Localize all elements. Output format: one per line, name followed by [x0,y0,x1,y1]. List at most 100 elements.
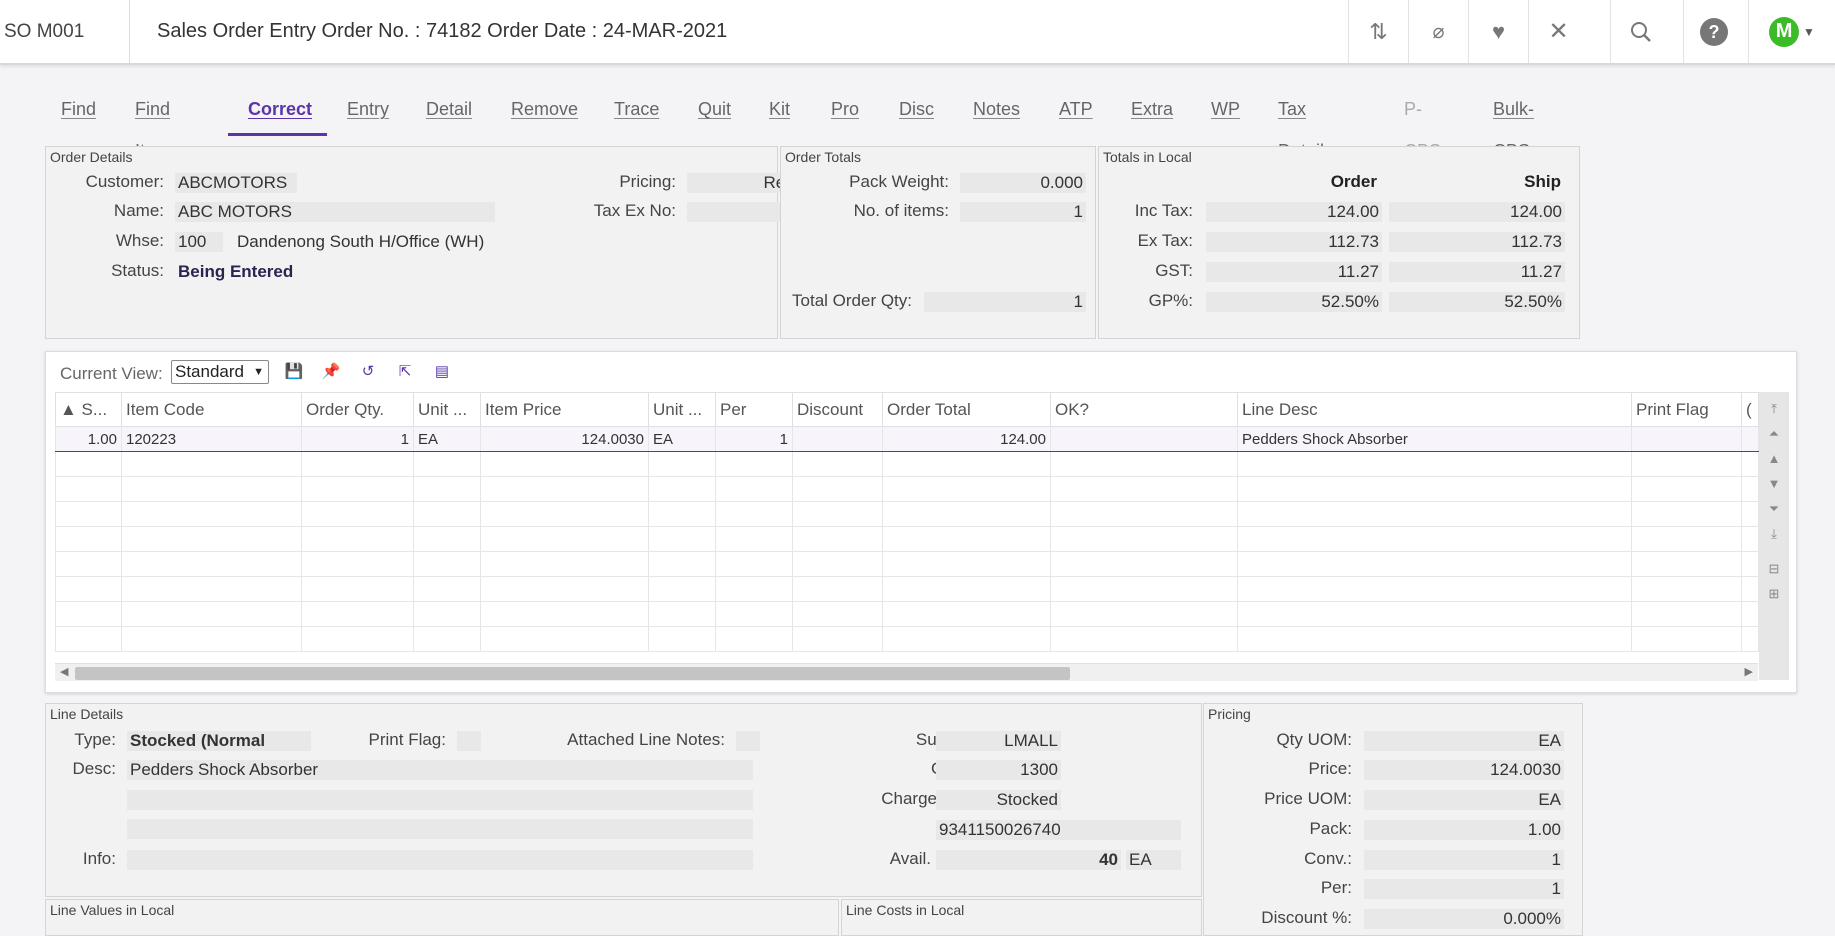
menu-detail[interactable]: Detail [426,88,472,138]
horizontal-scrollbar[interactable]: ◀ ▶ [55,663,1758,681]
page-down-icon[interactable]: ⏷ [1769,496,1779,521]
cell-line-desc[interactable]: Pedders Shock Absorber [1237,426,1632,452]
line-costs-panel: Line Costs in Local [841,899,1202,936]
table-row[interactable] [55,526,1759,552]
col-unit[interactable]: Unit ... [413,392,481,427]
cell-per[interactable]: 1 [715,426,793,452]
reset-icon[interactable]: ↺ [358,362,378,382]
current-view-select[interactable]: Standard ▼ [171,360,269,384]
row-down-icon[interactable]: ▼ [1768,471,1781,496]
menu-find[interactable]: Find [61,88,96,138]
menu-entry[interactable]: Entry [347,88,389,138]
save-icon[interactable]: 💾 [284,362,304,382]
table-row[interactable] [55,626,1759,652]
table-row[interactable] [55,551,1759,577]
cell-more[interactable] [1741,426,1759,452]
menu-remove[interactable]: Remove [511,88,578,138]
menu-pro[interactable]: Pro [831,88,859,138]
cell-seq[interactable]: 1.00 [55,426,122,452]
menu-trace[interactable]: Trace [614,88,659,138]
gp-label: GP%: [1148,291,1193,310]
document-icon[interactable]: ▤ [432,362,452,382]
info-field[interactable] [127,850,753,870]
menu-tax-details[interactable]: Tax Details [1278,88,1333,161]
page-up-icon[interactable]: ⏶ [1769,421,1779,446]
col-line-desc[interactable]: Line Desc [1237,392,1632,427]
scrollbar-thumb[interactable] [75,667,1070,680]
menu-disc[interactable]: Disc [899,88,934,138]
name-field[interactable]: ABC MOTORS [175,202,495,222]
attach-button[interactable]: ⌀ [1408,0,1468,63]
whse-label: Whse: [115,231,164,250]
export-icon[interactable]: ⇱ [395,362,415,382]
type-field[interactable]: Stocked (Normal [127,731,311,751]
cell-order-qty[interactable]: 1 [301,426,414,452]
cell-ok[interactable] [1050,426,1238,452]
table-row[interactable]: 1.00 120223 1 EA 124.0030 EA 1 124.00 Pe… [55,426,1759,452]
scroll-left-icon[interactable]: ◀ [60,665,68,678]
table-row[interactable] [55,601,1759,627]
col-per[interactable]: Per [715,392,793,427]
customer-label: Customer: [85,172,164,191]
table-row[interactable] [55,501,1759,527]
qty-uom-label: Qty UOM: [1276,730,1352,749]
col-item-code[interactable]: Item Code [121,392,302,427]
user-menu[interactable]: M ▼ [1748,0,1835,63]
pin-icon[interactable]: 📌 [321,362,341,382]
cell-item-code[interactable]: 120223 [121,426,302,452]
customer-field[interactable]: ABCMOTORS [175,173,297,193]
cell-unit-2[interactable]: EA [648,426,716,452]
col-more[interactable]: ( [1741,392,1759,427]
collapse-icon[interactable]: ⊟ [1769,556,1780,581]
group-value: 1300 [936,760,1061,780]
desc-field[interactable]: Pedders Shock Absorber [127,760,753,780]
favorite-button[interactable]: ♥ [1468,0,1528,63]
current-view-label: Current View: [60,364,163,383]
col-order-total[interactable]: Order Total [882,392,1051,427]
row-up-icon[interactable]: ▲ [1768,446,1781,471]
whse-field[interactable]: 100 [175,232,223,252]
help-button[interactable]: ? [1683,0,1743,63]
table-row[interactable] [55,476,1759,502]
cell-unit[interactable]: EA [413,426,481,452]
search-button[interactable] [1610,0,1670,63]
col-print-flag[interactable]: Print Flag [1631,392,1742,427]
first-row-icon[interactable]: ⤒ [1771,396,1777,421]
desc-field-3[interactable] [127,819,753,839]
line-costs-title: Line Costs in Local [846,902,965,918]
menu-correct[interactable]: Correct [248,88,312,138]
scroll-right-icon[interactable]: ▶ [1745,665,1753,678]
menu-bulk-cbs[interactable]: Bulk-CBS [1493,88,1534,161]
menu-atp[interactable]: ATP [1059,88,1093,138]
expand-icon[interactable]: ⊞ [1769,581,1780,606]
col-unit-2[interactable]: Unit ... [648,392,716,427]
close-button[interactable]: ✕ [1528,0,1588,63]
cell-discount[interactable] [792,426,883,452]
col-seq[interactable]: ▲ S... [55,392,122,427]
col-order-qty[interactable]: Order Qty. [301,392,414,427]
print-flag-field[interactable] [457,731,481,751]
table-row[interactable] [55,576,1759,602]
col-item-price[interactable]: Item Price [480,392,649,427]
avail-stock-value: 40 [936,850,1121,870]
sort-button[interactable]: ⇅ [1348,0,1408,63]
menu-notes[interactable]: Notes [973,88,1020,138]
last-row-icon[interactable]: ⤓ [1771,521,1777,546]
cell-item-price[interactable]: 124.0030 [480,426,649,452]
info-label: Info: [82,849,116,868]
line-details-panel: Line Details Type: Stocked (Normal Print… [45,703,1202,897]
menu-wp[interactable]: WP [1211,88,1240,138]
menu-find-item[interactable]: Find Item [135,88,170,161]
table-row[interactable] [55,451,1759,477]
menu-kit[interactable]: Kit [769,88,790,138]
attached-notes-field[interactable] [736,731,760,751]
desc-field-2[interactable] [127,790,753,810]
cell-print-flag[interactable] [1631,426,1742,452]
cell-order-total[interactable]: 124.00 [882,426,1051,452]
menu-p-cbs: P-CBS [1404,99,1441,161]
order-totals-panel: Order Totals Pack Weight: 0.000 No. of i… [780,146,1096,339]
menu-extra[interactable]: Extra [1131,88,1173,138]
col-ok[interactable]: OK? [1050,392,1238,427]
col-discount[interactable]: Discount [792,392,883,427]
menu-quit[interactable]: Quit [698,88,731,138]
